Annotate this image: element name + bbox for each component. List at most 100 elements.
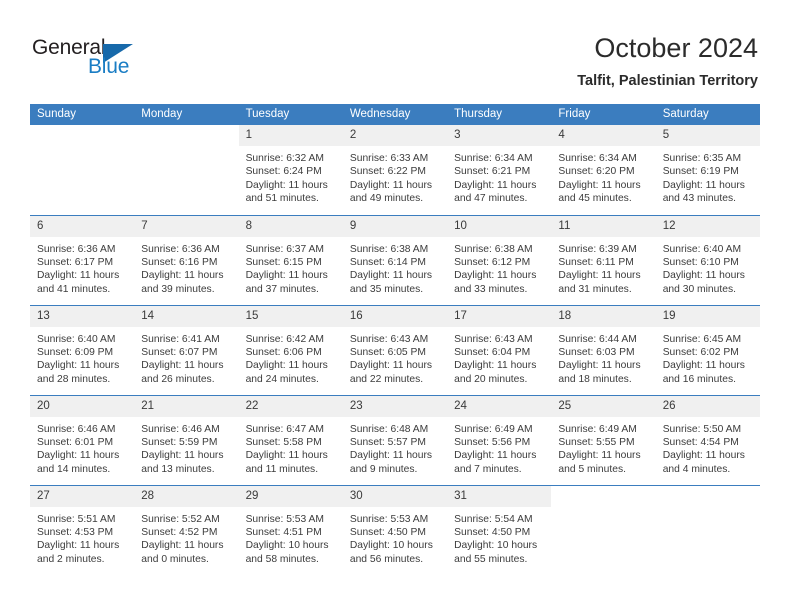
- day-sun-info: Sunrise: 6:46 AM Sunset: 6:01 PM Dayligh…: [37, 423, 120, 475]
- day-number: 8: [238, 215, 343, 237]
- day-number: 29: [238, 485, 343, 507]
- day-number: 30: [342, 485, 448, 507]
- calendar-empty-cell: [30, 125, 135, 215]
- day-sun-info: Sunrise: 6:37 AM Sunset: 6:15 PM Dayligh…: [245, 243, 328, 295]
- calendar-day-cell[interactable]: 10 Sunrise: 6:38 AM Sunset: 6:12 PM Dayli…: [447, 214, 552, 305]
- day-number: 21: [134, 395, 239, 417]
- calendar-day-cell[interactable]: 18 Sunrise: 6:44 AM Sunset: 6:03 PM Dayli…: [551, 304, 656, 395]
- day-number: 20: [30, 395, 135, 417]
- calendar-day-cell[interactable]: 13 Sunrise: 6:40 AM Sunset: 6:09 PM Dayli…: [30, 304, 135, 395]
- calendar-day-cell[interactable]: 22 Sunrise: 6:47 AM Sunset: 5:58 PM Dayli…: [238, 394, 343, 485]
- calendar-day-cell[interactable]: 29 Sunrise: 5:53 AM Sunset: 4:51 PM Dayli…: [238, 484, 343, 575]
- day-number: 26: [655, 395, 760, 417]
- weekday-header-sunday: Sunday: [30, 104, 135, 125]
- calendar-day-cell[interactable]: 2 Sunrise: 6:33 AM Sunset: 6:22 PM Daylig…: [342, 125, 448, 215]
- day-sun-info: Sunrise: 5:53 AM Sunset: 4:50 PM Dayligh…: [349, 513, 433, 565]
- calendar-day-cell[interactable]: 15 Sunrise: 6:42 AM Sunset: 6:06 PM Dayli…: [238, 304, 343, 395]
- calendar-day-cell[interactable]: 5 Sunrise: 6:35 AM Sunset: 6:19 PM Daylig…: [655, 125, 760, 215]
- day-sun-info: Sunrise: 6:40 AM Sunset: 6:10 PM Dayligh…: [662, 243, 745, 295]
- calendar-week-row: 20 Sunrise: 6:46 AM Sunset: 6:01 PM Dayli…: [30, 394, 760, 485]
- day-sun-info: Sunrise: 6:38 AM Sunset: 6:14 PM Dayligh…: [349, 243, 433, 295]
- calendar-day-cell[interactable]: 28 Sunrise: 5:52 AM Sunset: 4:52 PM Dayli…: [134, 484, 239, 575]
- day-sun-info: Sunrise: 6:49 AM Sunset: 5:56 PM Dayligh…: [454, 423, 537, 475]
- day-number: 23: [342, 395, 448, 417]
- calendar-day-cell[interactable]: 9 Sunrise: 6:38 AM Sunset: 6:14 PM Daylig…: [342, 214, 448, 305]
- weekday-header-tuesday: Tuesday: [238, 104, 343, 125]
- day-number: 10: [447, 215, 552, 237]
- day-sun-info: Sunrise: 6:33 AM Sunset: 6:22 PM Dayligh…: [349, 153, 433, 205]
- day-number: 11: [551, 215, 656, 237]
- day-number: 1: [238, 125, 343, 146]
- calendar-header-row: Sunday Monday Tuesday Wednesday Thursday…: [30, 104, 760, 125]
- day-number: 2: [342, 125, 448, 146]
- calendar-day-cell[interactable]: 21 Sunrise: 6:46 AM Sunset: 5:59 PM Dayli…: [134, 394, 239, 485]
- calendar-day-cell[interactable]: 6 Sunrise: 6:36 AM Sunset: 6:17 PM Daylig…: [30, 214, 135, 305]
- day-number: 6: [30, 215, 135, 237]
- page-header: General Blue October 2024 Talfit, Palest…: [0, 0, 792, 100]
- day-number: 16: [342, 305, 448, 327]
- day-sun-info: Sunrise: 6:38 AM Sunset: 6:12 PM Dayligh…: [454, 243, 537, 295]
- day-number: 3: [447, 125, 552, 146]
- day-sun-info: Sunrise: 6:41 AM Sunset: 6:07 PM Dayligh…: [141, 333, 224, 385]
- day-sun-info: [134, 146, 238, 152]
- day-number: 4: [551, 125, 656, 146]
- sunrise-sunset-calendar: Sunday Monday Tuesday Wednesday Thursday…: [30, 104, 760, 575]
- day-sun-info: Sunrise: 5:50 AM Sunset: 4:54 PM Dayligh…: [662, 423, 745, 475]
- title-block: October 2024 Talfit, Palestinian Territo…: [577, 32, 758, 90]
- calendar-week-row: 6 Sunrise: 6:36 AM Sunset: 6:17 PM Daylig…: [30, 214, 760, 305]
- day-number: [655, 485, 760, 507]
- day-sun-info: Sunrise: 5:54 AM Sunset: 4:50 PM Dayligh…: [454, 513, 538, 565]
- calendar-day-cell[interactable]: 17 Sunrise: 6:43 AM Sunset: 6:04 PM Dayli…: [447, 304, 552, 395]
- weekday-header-saturday: Saturday: [655, 104, 760, 125]
- day-sun-info: Sunrise: 6:40 AM Sunset: 6:09 PM Dayligh…: [37, 333, 120, 385]
- calendar-week-row: 1 Sunrise: 6:32 AM Sunset: 6:24 PM Daylig…: [30, 125, 760, 215]
- day-number: [551, 485, 656, 507]
- calendar-day-cell[interactable]: 30 Sunrise: 5:53 AM Sunset: 4:50 PM Dayli…: [342, 484, 448, 575]
- day-number: 13: [30, 305, 135, 327]
- day-sun-info: Sunrise: 6:39 AM Sunset: 6:11 PM Dayligh…: [558, 243, 641, 295]
- day-number: [134, 125, 239, 146]
- weekday-header-monday: Monday: [134, 104, 239, 125]
- day-number: [30, 125, 135, 146]
- calendar-day-cell[interactable]: 1 Sunrise: 6:32 AM Sunset: 6:24 PM Daylig…: [238, 125, 343, 215]
- calendar-day-cell[interactable]: 4 Sunrise: 6:34 AM Sunset: 6:20 PM Daylig…: [551, 125, 656, 215]
- day-sun-info: [30, 146, 134, 152]
- day-number: 15: [238, 305, 343, 327]
- day-number: 5: [655, 125, 760, 146]
- day-sun-info: Sunrise: 6:34 AM Sunset: 6:21 PM Dayligh…: [454, 153, 537, 205]
- weekday-header-friday: Friday: [551, 104, 656, 125]
- calendar-day-cell[interactable]: 7 Sunrise: 6:36 AM Sunset: 6:16 PM Daylig…: [134, 214, 239, 305]
- calendar-day-cell[interactable]: 11 Sunrise: 6:39 AM Sunset: 6:11 PM Dayli…: [551, 214, 656, 305]
- day-sun-info: Sunrise: 6:35 AM Sunset: 6:19 PM Dayligh…: [662, 153, 745, 205]
- day-sun-info: [656, 507, 760, 513]
- calendar-day-cell[interactable]: 26 Sunrise: 5:50 AM Sunset: 4:54 PM Dayli…: [655, 394, 760, 485]
- calendar-page: General Blue October 2024 Talfit, Palest…: [0, 0, 792, 612]
- calendar-body: 1 Sunrise: 6:32 AM Sunset: 6:24 PM Daylig…: [30, 125, 760, 575]
- day-sun-info: Sunrise: 6:43 AM Sunset: 6:04 PM Dayligh…: [454, 333, 537, 385]
- day-sun-info: Sunrise: 6:42 AM Sunset: 6:06 PM Dayligh…: [245, 333, 328, 385]
- location-subtitle: Talfit, Palestinian Territory: [577, 73, 758, 89]
- calendar-day-cell[interactable]: 25 Sunrise: 6:49 AM Sunset: 5:55 PM Dayli…: [551, 394, 656, 485]
- calendar-day-cell[interactable]: 16 Sunrise: 6:43 AM Sunset: 6:05 PM Dayli…: [342, 304, 448, 395]
- calendar-day-cell[interactable]: 3 Sunrise: 6:34 AM Sunset: 6:21 PM Daylig…: [447, 125, 552, 215]
- day-sun-info: Sunrise: 6:49 AM Sunset: 5:55 PM Dayligh…: [558, 423, 641, 475]
- day-number: 14: [134, 305, 239, 327]
- calendar-day-cell[interactable]: 24 Sunrise: 6:49 AM Sunset: 5:56 PM Dayli…: [447, 394, 552, 485]
- calendar-day-cell[interactable]: 20 Sunrise: 6:46 AM Sunset: 6:01 PM Dayli…: [30, 394, 135, 485]
- day-sun-info: Sunrise: 5:52 AM Sunset: 4:52 PM Dayligh…: [141, 513, 224, 565]
- brand-logo[interactable]: General Blue: [32, 36, 212, 84]
- day-number: 22: [238, 395, 343, 417]
- calendar-day-cell[interactable]: 19 Sunrise: 6:45 AM Sunset: 6:02 PM Dayli…: [655, 304, 760, 395]
- calendar-day-cell[interactable]: 31 Sunrise: 5:54 AM Sunset: 4:50 PM Dayli…: [447, 484, 552, 575]
- day-sun-info: Sunrise: 6:36 AM Sunset: 6:17 PM Dayligh…: [37, 243, 120, 295]
- calendar-day-cell[interactable]: 14 Sunrise: 6:41 AM Sunset: 6:07 PM Dayli…: [134, 304, 239, 395]
- day-number: 19: [655, 305, 760, 327]
- calendar-day-cell[interactable]: 12 Sunrise: 6:40 AM Sunset: 6:10 PM Dayli…: [655, 214, 760, 305]
- day-number: 9: [342, 215, 448, 237]
- calendar-day-cell[interactable]: 8 Sunrise: 6:37 AM Sunset: 6:15 PM Daylig…: [238, 214, 343, 305]
- day-sun-info: Sunrise: 6:43 AM Sunset: 6:05 PM Dayligh…: [349, 333, 433, 385]
- day-number: 31: [447, 485, 552, 507]
- calendar-day-cell[interactable]: 27 Sunrise: 5:51 AM Sunset: 4:53 PM Dayli…: [30, 484, 135, 575]
- calendar-day-cell[interactable]: 23 Sunrise: 6:48 AM Sunset: 5:57 PM Dayli…: [342, 394, 448, 485]
- day-sun-info: [551, 507, 655, 513]
